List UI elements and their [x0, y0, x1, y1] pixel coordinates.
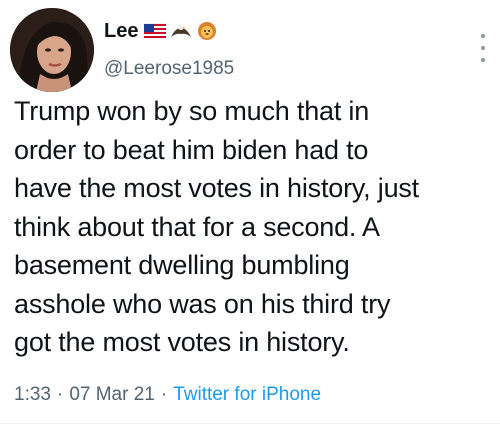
tweet-card: Lee @Leerose1985 Trump won by so much th… [0, 0, 500, 424]
separator: · [160, 384, 168, 405]
tweet-meta: 1:33 · 07 Mar 21 · Twitter for iPhone [14, 384, 321, 406]
tweet-line: asshole who was on his third try [14, 288, 391, 319]
tweet-date[interactable]: 07 Mar 21 [69, 384, 155, 406]
tweet-line: order to beat him biden had to [14, 134, 369, 165]
dot [481, 58, 485, 62]
tweet-line: basement dwelling bumbling [14, 250, 350, 280]
tweet-line: Trump won by so much that in [14, 96, 370, 126]
avatar[interactable] [10, 8, 94, 92]
tweet-line: have the most votes in history, just [14, 173, 419, 203]
name-row: Lee [104, 16, 470, 46]
more-options-icon[interactable] [478, 34, 488, 62]
tweet-time[interactable]: 1:33 [14, 384, 51, 406]
lion-icon [198, 22, 217, 40]
dot [481, 46, 485, 50]
us-flag-icon [144, 23, 167, 39]
eagle-icon [171, 24, 192, 37]
tweet-line: think about that for a second. A [14, 211, 380, 242]
user-handle[interactable]: @Leerose1985 [104, 58, 470, 80]
dot [481, 34, 485, 38]
tweet-line: got the most votes in history. [14, 327, 350, 357]
tweet-text: Trump won by so much that in order to be… [14, 92, 494, 362]
avatar-image [10, 8, 94, 92]
display-name[interactable]: Lee [104, 20, 138, 43]
separator: · [56, 384, 64, 405]
tweet-header: Lee @Leerose1985 [104, 16, 470, 80]
tweet-source-link[interactable]: Twitter for iPhone [173, 384, 321, 406]
